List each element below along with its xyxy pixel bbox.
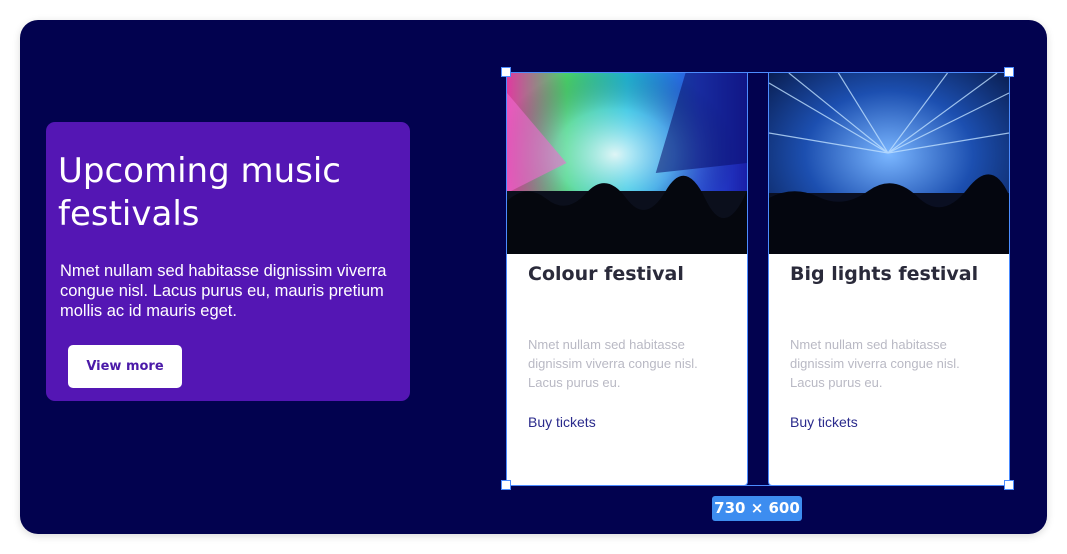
view-more-button[interactable]: View more xyxy=(68,345,182,388)
festival-card-big-lights[interactable]: Big lights festival Nmet nullam sed habi… xyxy=(768,72,1010,486)
card-description: Nmet nullam sed habitasse dignissim vive… xyxy=(790,337,960,390)
buy-tickets-link[interactable]: Buy tickets xyxy=(528,414,596,430)
resize-handle-bottom-left[interactable] xyxy=(501,480,511,490)
concert-laser-lights-image xyxy=(769,73,1009,254)
resize-handle-top-right[interactable] xyxy=(1004,67,1014,77)
concert-crowd-colorful-image xyxy=(507,73,747,254)
hero-title: Upcoming music festivals xyxy=(58,151,341,234)
hero-card: Upcoming music festivals Nmet nullam sed… xyxy=(46,122,410,401)
selection-size-badge: 730 × 600 xyxy=(712,496,802,521)
festival-card-colour[interactable]: Colour festival Nmet nullam sed habitass… xyxy=(506,72,748,486)
resize-handle-bottom-right[interactable] xyxy=(1004,480,1014,490)
festival-cards-selection[interactable]: Colour festival Nmet nullam sed habitass… xyxy=(501,67,1014,490)
card-title: Big lights festival xyxy=(790,263,979,285)
card-description: Nmet nullam sed habitasse dignissim vive… xyxy=(528,337,698,390)
buy-tickets-link[interactable]: Buy tickets xyxy=(790,414,858,430)
resize-handle-top-left[interactable] xyxy=(501,67,511,77)
canvas-frame: Upcoming music festivals Nmet nullam sed… xyxy=(20,20,1047,534)
hero-description: Nmet nullam sed habitasse dignissim vive… xyxy=(60,262,387,320)
card-title: Colour festival xyxy=(528,263,684,285)
